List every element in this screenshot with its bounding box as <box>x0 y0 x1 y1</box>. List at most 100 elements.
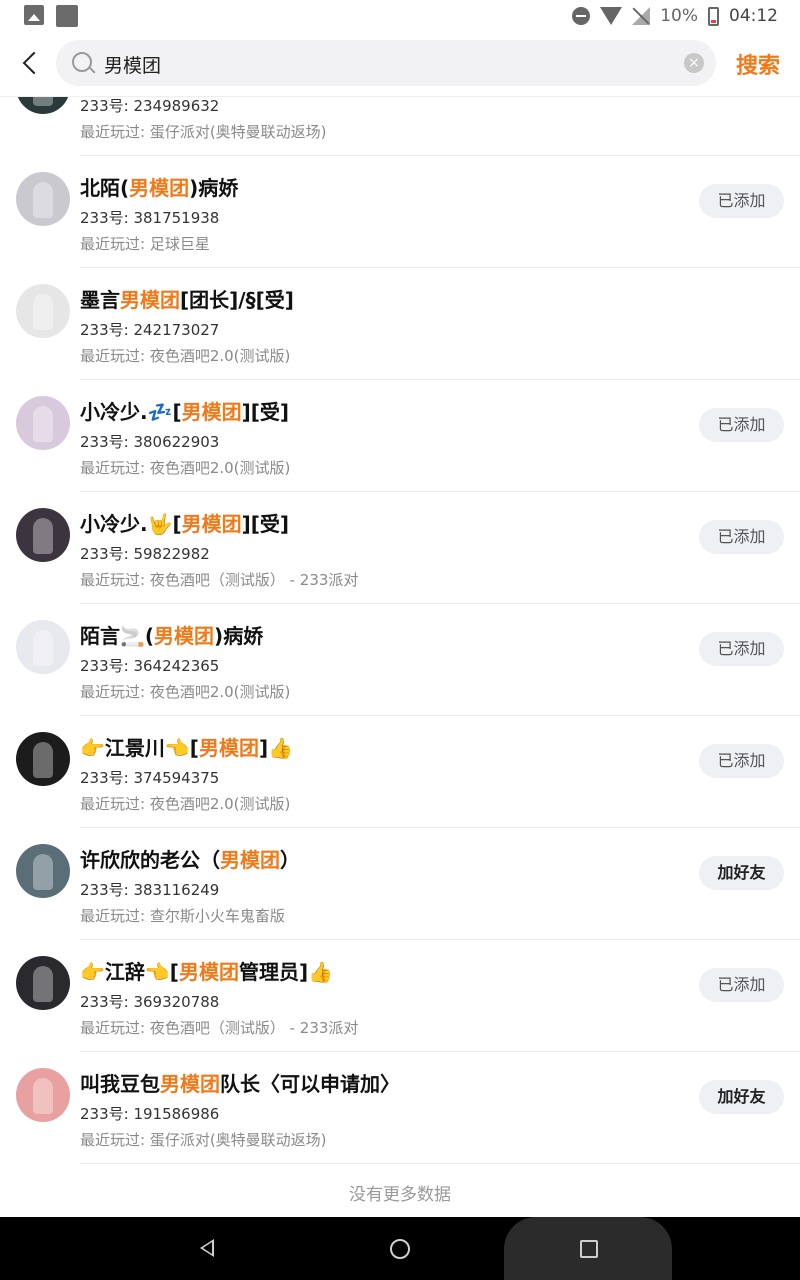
nav-home-icon[interactable] <box>390 1239 410 1259</box>
clear-icon[interactable]: × <box>684 53 704 73</box>
nickname-keyword-highlight: 男模团 <box>154 624 215 648</box>
search-input[interactable]: 男模团 × <box>56 40 716 86</box>
added-status-button[interactable]: 已添加 <box>699 632 784 666</box>
recently-played: 最近玩过: 夜色酒吧（测试版） - 233派对 <box>80 1019 359 1037</box>
nickname-keyword-highlight: 男模团 <box>181 400 242 424</box>
user-id: 233号: 59822982 <box>80 545 210 563</box>
nickname-part: ） <box>280 848 300 872</box>
user-avatar[interactable] <box>16 508 70 562</box>
nickname-part: )病娇 <box>189 176 239 200</box>
user-nickname: 小冷少.🤟[男模团][受] <box>80 508 289 537</box>
user-avatar[interactable] <box>16 620 70 674</box>
recently-played: 最近玩过: 夜色酒吧（测试版） - 233派对 <box>80 571 359 589</box>
nickname-part: ][受] <box>241 400 290 424</box>
avatar-figure <box>33 1078 53 1114</box>
avatar-figure <box>33 742 53 778</box>
recently-played: 最近玩过: 夜色酒吧2.0(测试版) <box>80 795 291 813</box>
user-id: 233号: 234989632 <box>80 97 220 115</box>
avatar-figure <box>33 854 53 890</box>
user-id: 233号: 380622903 <box>80 433 220 451</box>
recently-played: 最近玩过: 夜色酒吧2.0(测试版) <box>80 683 291 701</box>
user-id: 233号: 191586986 <box>80 1105 220 1123</box>
row-divider <box>80 1163 800 1164</box>
recently-played: 最近玩过: 夜色酒吧2.0(测试版) <box>80 347 291 365</box>
nickname-keyword-highlight: 男模团 <box>160 1072 220 1096</box>
status-bar: 10% 04:12 <box>0 0 800 34</box>
user-avatar[interactable] <box>16 396 70 450</box>
nickname-part: 许欣欣的老公（ <box>80 848 220 872</box>
search-icon <box>72 52 92 72</box>
nickname-part: 👉江辞👈[ <box>80 960 179 984</box>
app-notification-icon <box>56 5 78 27</box>
nickname-keyword-highlight: 男模团 <box>220 848 280 872</box>
nickname-part: 👉江景川👈[ <box>80 736 199 760</box>
nickname-part: 陌言🚬( <box>80 624 155 648</box>
user-nickname: 👉江景川👈[男模团]👍 <box>80 732 293 761</box>
nav-back-icon[interactable] <box>200 1239 214 1257</box>
back-arrow-icon[interactable] <box>14 47 48 81</box>
user-avatar[interactable] <box>16 732 70 786</box>
user-result-row[interactable]: 👉江辞👈[男模团管理员]👍 233号: 369320788 最近玩过: 夜色酒吧（测… <box>0 940 800 1052</box>
nickname-part: [团长]/§[受] <box>180 288 294 312</box>
user-id: 233号: 242173027 <box>80 321 220 339</box>
user-id: 233号: 369320788 <box>80 993 220 1011</box>
nickname-part: )病娇 <box>214 624 264 648</box>
system-nav-bar <box>0 1217 800 1280</box>
added-status-button[interactable]: 已添加 <box>699 520 784 554</box>
search-results-list[interactable]: 233号: 234989632 最近玩过: 蛋仔派对(奥特曼联动返场) 北陌(男模团… <box>0 44 800 1164</box>
nickname-part: ][受] <box>241 512 290 536</box>
user-id: 233号: 381751938 <box>80 209 220 227</box>
user-result-row[interactable]: 小冷少.🤟[男模团][受] 233号: 59822982 最近玩过: 夜色酒吧（测试… <box>0 492 800 604</box>
clock: 04:12 <box>729 6 778 26</box>
no-signal-icon <box>632 7 651 25</box>
added-status-button[interactable]: 已添加 <box>699 744 784 778</box>
recently-played: 最近玩过: 足球巨星 <box>80 235 210 253</box>
user-nickname: 许欣欣的老公（男模团） <box>80 844 300 873</box>
nickname-part: 队长〈可以申请加〉 <box>220 1072 400 1096</box>
nickname-part: 小冷少.🤟[ <box>80 512 182 536</box>
nickname-part: 北陌( <box>80 176 130 200</box>
image-notification-icon <box>24 5 44 25</box>
recently-played: 最近玩过: 夜色酒吧2.0(测试版) <box>80 459 291 477</box>
nickname-part: 墨言 <box>80 288 120 312</box>
user-result-row[interactable]: 墨言男模团[团长]/§[受] 233号: 242173027 最近玩过: 夜色酒吧2… <box>0 268 800 380</box>
user-id: 233号: 374594375 <box>80 769 220 787</box>
user-nickname: 叫我豆包男模团队长〈可以申请加〉 <box>80 1068 400 1097</box>
added-status-button[interactable]: 已添加 <box>699 408 784 442</box>
nav-recents-icon[interactable] <box>580 1240 598 1258</box>
user-result-row[interactable]: 👉江景川👈[男模团]👍 233号: 374594375 最近玩过: 夜色酒吧2.0(… <box>0 716 800 828</box>
add-friend-button[interactable]: 加好友 <box>699 1080 784 1114</box>
recently-played: 最近玩过: 蛋仔派对(奥特曼联动返场) <box>80 1131 327 1149</box>
search-header: 男模团 × 搜索 <box>0 34 800 97</box>
user-id: 233号: 364242365 <box>80 657 220 675</box>
user-result-row[interactable]: 北陌(男模团)病娇 233号: 381751938 最近玩过: 足球巨星 已添加 <box>0 156 800 268</box>
user-result-row[interactable]: 叫我豆包男模团队长〈可以申请加〉 233号: 191586986 最近玩过: 蛋仔派… <box>0 1052 800 1164</box>
user-result-row[interactable]: 许欣欣的老公（男模团） 233号: 383116249 最近玩过: 查尔斯小火车鬼畜… <box>0 828 800 940</box>
user-nickname: 小冷少.💤[男模团][受] <box>80 396 289 425</box>
no-more-data-text: 没有更多数据 <box>349 1185 451 1205</box>
nickname-keyword-highlight: 男模团 <box>198 736 259 760</box>
added-status-button[interactable]: 已添加 <box>699 968 784 1002</box>
add-friend-button[interactable]: 加好友 <box>699 856 784 890</box>
user-result-row[interactable]: 陌言🚬(男模团)病娇 233号: 364242365 最近玩过: 夜色酒吧2.0(测… <box>0 604 800 716</box>
do-not-disturb-icon <box>572 7 591 25</box>
user-avatar[interactable] <box>16 956 70 1010</box>
user-avatar[interactable] <box>16 172 70 226</box>
user-avatar[interactable] <box>16 1068 70 1122</box>
avatar-figure <box>33 966 53 1002</box>
nickname-keyword-highlight: 男模团 <box>178 960 239 984</box>
nickname-part: 小冷少.💤[ <box>80 400 182 424</box>
user-avatar[interactable] <box>16 844 70 898</box>
nickname-keyword-highlight: 男模团 <box>129 176 190 200</box>
added-status-button[interactable]: 已添加 <box>699 184 784 218</box>
search-button[interactable]: 搜索 <box>736 48 780 80</box>
nickname-part: ]👍 <box>258 736 293 760</box>
search-query-text[interactable]: 男模团 <box>104 51 161 78</box>
nickname-keyword-highlight: 男模团 <box>181 512 242 536</box>
user-result-row[interactable]: 小冷少.💤[男模团][受] 233号: 380622903 最近玩过: 夜色酒吧2.… <box>0 380 800 492</box>
nickname-part: 管理员]👍 <box>238 960 333 984</box>
recently-played: 最近玩过: 查尔斯小火车鬼畜版 <box>80 907 285 925</box>
user-avatar[interactable] <box>16 284 70 338</box>
nickname-keyword-highlight: 男模团 <box>120 288 180 312</box>
avatar-figure <box>33 518 53 554</box>
